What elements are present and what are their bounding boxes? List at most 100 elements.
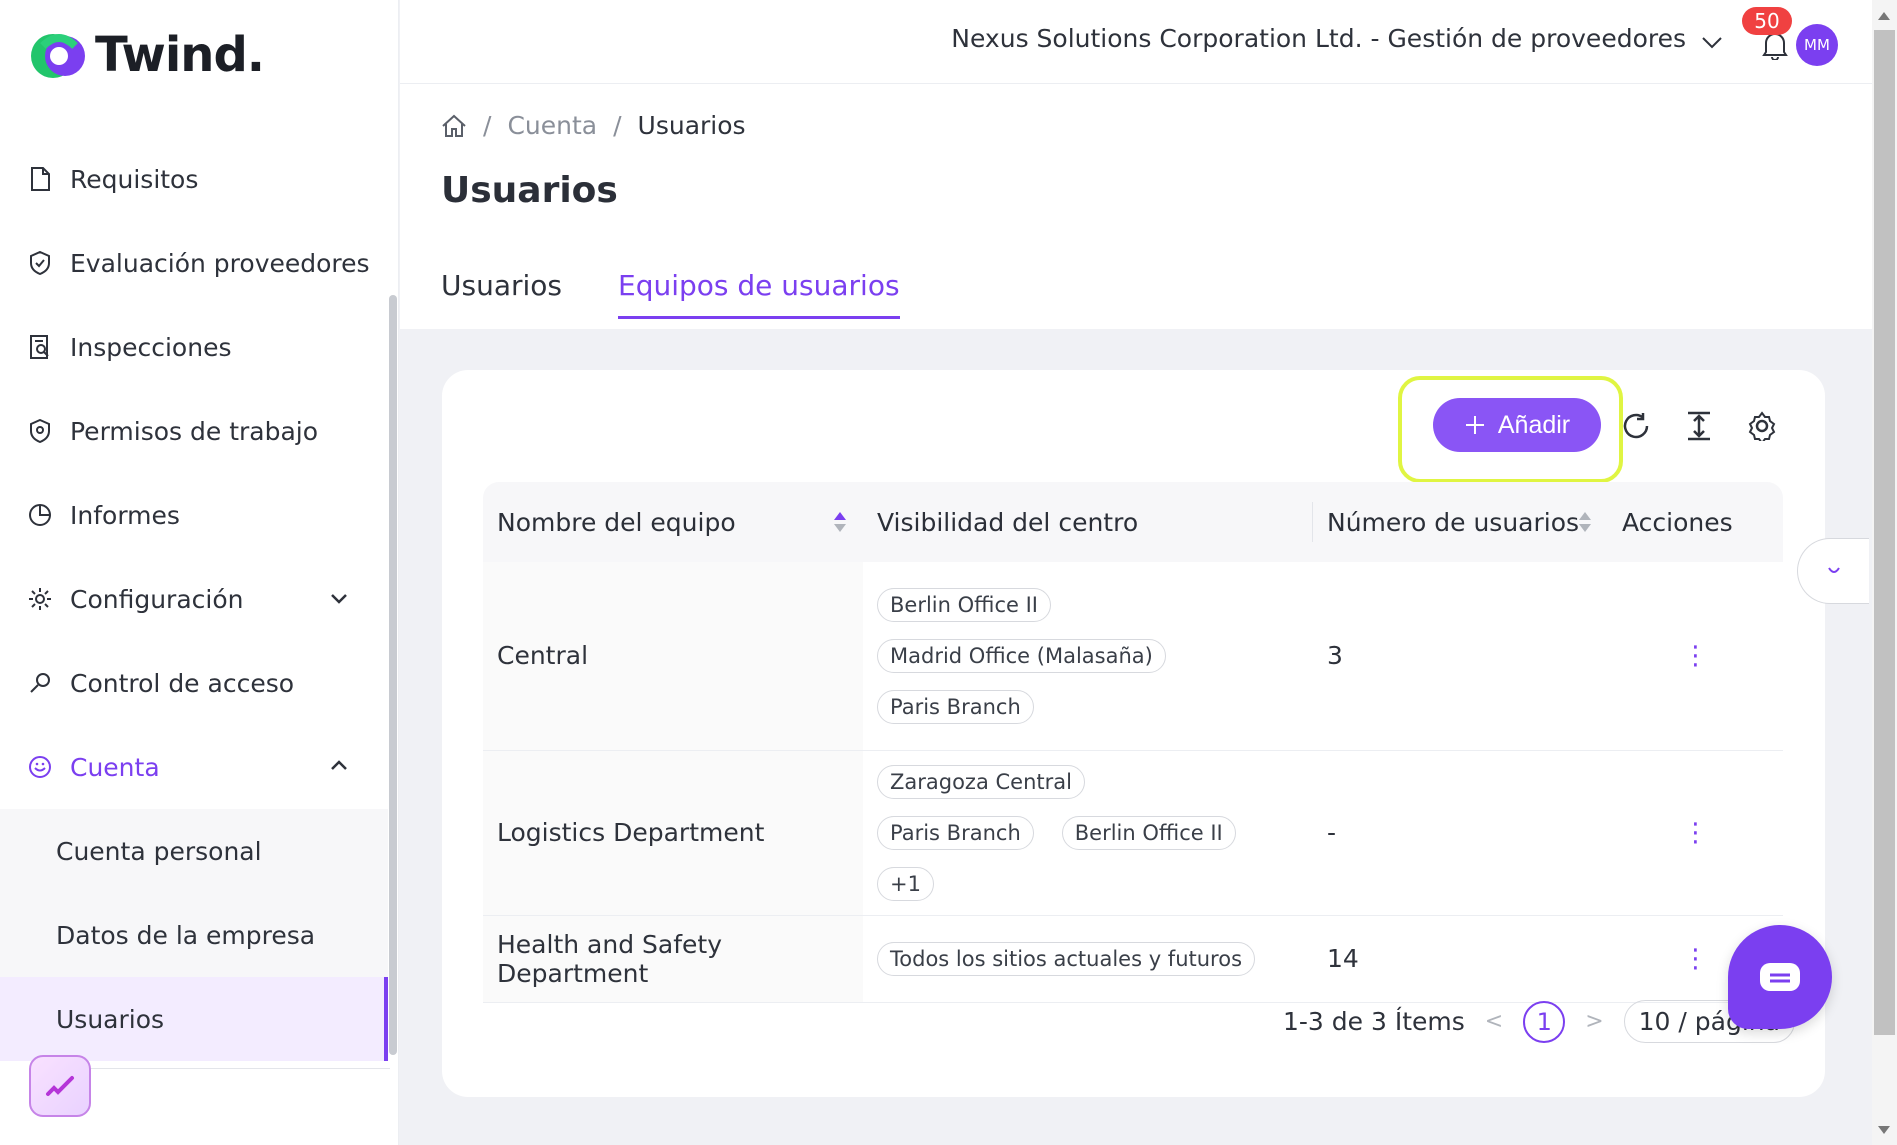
avatar[interactable]: MM	[1796, 24, 1838, 66]
document-icon	[28, 167, 52, 191]
gear-icon[interactable]	[1747, 411, 1777, 441]
page-scrollbar-thumb[interactable]	[1874, 30, 1895, 1035]
page-number-button[interactable]: 1	[1523, 1000, 1566, 1043]
more-sites-tag[interactable]: +1	[877, 866, 934, 901]
column-header-visibility: Visibilidad del centro	[863, 482, 1313, 562]
plus-icon	[1465, 416, 1484, 434]
pagination-summary: 1-3 de 3 Ítems	[1283, 1007, 1465, 1036]
more-actions-icon[interactable]: ⋮	[1622, 820, 1769, 846]
sidebar-item-label: Inspecciones	[70, 332, 232, 362]
site-tag: Zaragoza Central	[877, 764, 1085, 799]
next-page-button[interactable]: >	[1585, 1009, 1603, 1034]
breadcrumb-separator: /	[613, 111, 622, 140]
sidebar-item-label: Datos de la empresa	[56, 920, 316, 950]
sidebar-item-configuracion[interactable]: Configuración	[0, 557, 388, 641]
column-header-team-name[interactable]: Nombre del equipo	[483, 482, 863, 562]
site-tag: Berlin Office II	[877, 587, 1051, 622]
smile-icon	[28, 755, 52, 779]
table-row[interactable]: Central Berlin Office II Madrid Office (…	[483, 562, 1783, 751]
sidebar-item-label: Requisitos	[70, 164, 199, 194]
sidebar-item-label: Configuración	[70, 584, 244, 614]
team-name-cell: Health and Safety Department	[483, 915, 863, 1003]
visibility-cell: Berlin Office II Madrid Office (Malasaña…	[863, 562, 1313, 751]
sidebar-item-control-acceso[interactable]: Control de acceso	[0, 641, 388, 725]
table-row[interactable]: Logistics Department Zaragoza Central Pa…	[483, 750, 1783, 916]
home-icon[interactable]	[441, 114, 467, 138]
sort-icon[interactable]	[1578, 510, 1592, 534]
page-title: Usuarios	[441, 170, 618, 211]
column-header-label: Visibilidad del centro	[877, 507, 1139, 537]
actions-cell: ⋮	[1608, 562, 1783, 751]
scroll-down-arrow[interactable]	[1878, 1126, 1890, 1134]
add-team-button[interactable]: Añadir	[1433, 398, 1601, 452]
pie-chart-icon	[28, 503, 52, 527]
chevron-down-icon[interactable]	[1700, 30, 1724, 54]
visibility-cell: Todos los sitios actuales y futuros	[863, 915, 1313, 1003]
sidebar-item-requisitos[interactable]: Requisitos	[0, 137, 388, 221]
sidebar: Twind. Requisitos Evaluación proveedores…	[0, 0, 399, 1145]
site-tag: Berlin Office II	[1061, 815, 1236, 850]
sidebar-item-label: Evaluación proveedores	[70, 248, 370, 278]
column-header-actions: Acciones	[1608, 482, 1783, 562]
sidebar-item-evaluacion[interactable]: Evaluación proveedores	[0, 221, 388, 305]
column-header-label: Nombre del equipo	[497, 507, 736, 537]
sidebar-item-inspecciones[interactable]: Inspecciones	[0, 305, 388, 389]
company-selector[interactable]: Nexus Solutions Corporation Ltd. - Gesti…	[951, 24, 1686, 53]
sidebar-item-label: Cuenta personal	[56, 836, 262, 866]
sidebar-item-label: Informes	[70, 500, 180, 530]
sidebar-item-label: Control de acceso	[70, 668, 295, 698]
team-name-cell: Logistics Department	[483, 750, 863, 916]
chat-icon	[1760, 963, 1800, 991]
user-count-cell: 14	[1313, 915, 1608, 1003]
column-header-label: Número de usuarios	[1327, 507, 1580, 537]
brand-name: Twind.	[95, 27, 265, 83]
team-name-cell: Central	[483, 562, 863, 751]
column-height-icon[interactable]	[1684, 411, 1714, 441]
site-tag: Paris Branch	[877, 689, 1034, 724]
sidebar-item-permisos[interactable]: Permisos de trabajo	[0, 389, 388, 473]
shield-check-icon	[28, 251, 52, 275]
user-count-cell: 3	[1313, 562, 1608, 751]
breadcrumb-separator: /	[483, 111, 492, 140]
sidebar-item-cuenta-personal[interactable]: Cuenta personal	[0, 809, 388, 893]
inspection-icon	[28, 335, 52, 359]
column-header-label: Acciones	[1622, 507, 1733, 537]
column-header-user-count[interactable]: Número de usuarios	[1313, 482, 1608, 562]
site-tag: Paris Branch	[877, 815, 1034, 850]
actions-cell: ⋮	[1608, 750, 1783, 916]
tabs: Usuarios Equipos de usuarios	[441, 269, 900, 319]
breadcrumb-current: Usuarios	[637, 111, 746, 140]
teams-table: Nombre del equipo Visibilidad del centro…	[483, 482, 1783, 1003]
chat-button[interactable]	[1728, 925, 1832, 1029]
sidebar-item-cuenta[interactable]: Cuenta	[0, 725, 388, 809]
more-actions-icon[interactable]: ⋮	[1622, 643, 1769, 669]
check-pen-icon	[46, 1076, 74, 1096]
site-tag: Todos los sitios actuales y futuros	[877, 941, 1256, 976]
twind-logo[interactable]: Twind.	[29, 26, 265, 84]
sidebar-item-usuarios[interactable]: Usuarios	[0, 977, 388, 1061]
add-button-label: Añadir	[1497, 410, 1571, 439]
sidebar-scrollbar[interactable]	[389, 295, 397, 1055]
table-row[interactable]: Health and Safety Department Todos los s…	[483, 915, 1783, 1003]
sidebar-item-informes[interactable]: Informes	[0, 473, 388, 557]
sidebar-item-label: Cuenta	[70, 752, 160, 782]
breadcrumb: / Cuenta / Usuarios	[441, 111, 746, 140]
app-launcher-button[interactable]	[29, 1055, 91, 1117]
prev-page-button[interactable]: <	[1485, 1009, 1503, 1034]
gear-icon	[28, 587, 52, 611]
twind-logo-icon	[31, 34, 85, 78]
topbar: Nexus Solutions Corporation Ltd. - Gesti…	[400, 0, 1872, 84]
chevron-up-icon[interactable]	[328, 755, 350, 777]
tab-equipos-usuarios[interactable]: Equipos de usuarios	[618, 269, 900, 319]
shield-lock-icon	[28, 419, 52, 443]
sort-icon[interactable]	[833, 510, 847, 534]
side-panel-toggle[interactable]	[1797, 538, 1869, 604]
tab-usuarios[interactable]: Usuarios	[441, 269, 562, 319]
breadcrumb-cuenta[interactable]: Cuenta	[507, 111, 597, 140]
refresh-icon[interactable]	[1621, 411, 1651, 441]
chevron-down-icon[interactable]	[328, 587, 350, 609]
scroll-up-arrow[interactable]	[1878, 12, 1890, 20]
sidebar-item-datos-empresa[interactable]: Datos de la empresa	[0, 893, 388, 977]
sidebar-nav: Requisitos Evaluación proveedores Inspec…	[0, 137, 388, 1061]
sidebar-item-label: Usuarios	[56, 1004, 165, 1034]
